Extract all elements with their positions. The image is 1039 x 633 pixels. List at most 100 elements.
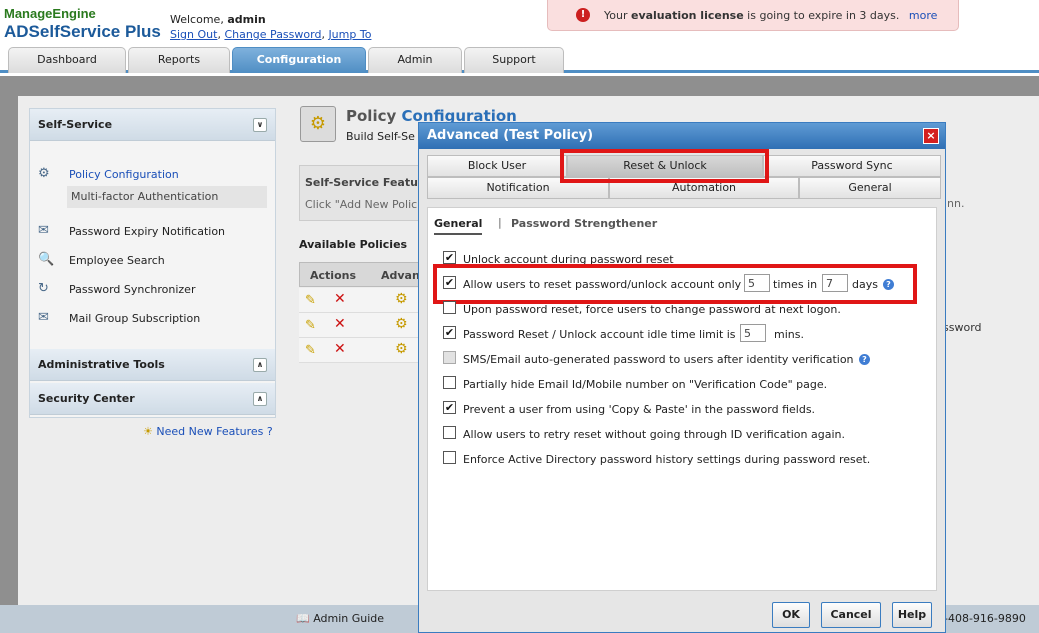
ssf-title: Self-Service Featu xyxy=(305,176,418,189)
tab-general[interactable]: General xyxy=(799,177,941,199)
checkbox[interactable] xyxy=(443,451,456,464)
sidebar-section-admin-tools[interactable]: Administrative Tools ∧ xyxy=(30,349,275,381)
col-actions: Actions xyxy=(310,269,356,282)
tab-reports[interactable]: Reports xyxy=(128,47,230,73)
change-password-link[interactable]: Change Password xyxy=(224,28,321,41)
checkbox[interactable]: ✔ xyxy=(443,276,456,289)
need-features-label: Need New Features ? xyxy=(156,425,273,438)
tab-configuration[interactable]: Configuration xyxy=(232,47,366,73)
sidebar-item-password-sync[interactable]: Password Synchronizer xyxy=(69,283,195,296)
checkbox[interactable]: ✔ xyxy=(443,326,456,339)
checkbox[interactable] xyxy=(443,301,456,314)
tab-support[interactable]: Support xyxy=(464,47,564,73)
exclamation-icon: ! xyxy=(576,8,590,22)
sidebar-item-mail-group[interactable]: Mail Group Subscription xyxy=(69,312,200,325)
main-tab-bar: Dashboard Reports Configuration Admin Su… xyxy=(0,46,1039,73)
gear-icon[interactable]: ⚙ xyxy=(395,341,408,357)
option-label-post: days xyxy=(852,278,878,291)
expand-icon[interactable]: ∧ xyxy=(253,392,267,406)
edit-icon[interactable]: ✎ xyxy=(305,318,316,333)
phone-number: -408-916-9890 xyxy=(944,612,1026,625)
option-label: Allow users to retry reset without going… xyxy=(463,428,845,441)
advanced-dialog: Advanced (Test Policy) × Block User Rese… xyxy=(418,122,946,633)
edit-icon[interactable]: ✎ xyxy=(305,343,316,358)
welcome-user: admin xyxy=(227,13,266,26)
admin-guide-link[interactable]: 📖 Admin Guide xyxy=(296,612,384,625)
brand-logo-manageengine: ManageEngine xyxy=(4,6,96,21)
notice-more-link[interactable]: more xyxy=(909,9,938,22)
option-label-mid: times in xyxy=(773,278,818,291)
option-label-post: mins. xyxy=(774,328,804,341)
page-subtitle: Build Self-Se xyxy=(346,130,415,143)
tab-block-user[interactable]: Block User xyxy=(427,155,567,177)
help-button[interactable]: Help xyxy=(892,602,932,628)
reset-times-input[interactable] xyxy=(744,274,770,292)
tab-dashboard[interactable]: Dashboard xyxy=(8,47,126,73)
gear-icon[interactable]: ⚙ xyxy=(395,316,408,332)
available-policies-heading: Available Policies xyxy=(299,238,408,251)
sidebar-item-mfa[interactable]: Multi-factor Authentication xyxy=(67,186,267,208)
link-separator: , xyxy=(217,28,221,41)
book-icon: 📖 xyxy=(296,612,310,625)
subtab-password-strengthener[interactable]: Password Strengthener xyxy=(511,217,657,230)
edit-icon[interactable]: ✎ xyxy=(305,293,316,308)
tab-notification[interactable]: Notification xyxy=(427,177,609,199)
license-notice: ! Your evaluation license is going to ex… xyxy=(547,0,959,31)
gear-icon[interactable]: ⚙ xyxy=(395,291,408,307)
sidebar-item-policy-configuration[interactable]: Policy Configuration xyxy=(69,168,179,181)
ok-button[interactable]: OK xyxy=(772,602,810,628)
cancel-button[interactable]: Cancel xyxy=(821,602,881,628)
option-label: Upon password reset, force users to chan… xyxy=(463,303,841,316)
sidebar-item-password-expiry[interactable]: Password Expiry Notification xyxy=(69,225,225,238)
close-icon[interactable]: × xyxy=(923,128,939,144)
tab-automation[interactable]: Automation xyxy=(609,177,799,199)
checkbox[interactable]: ✔ xyxy=(443,251,456,264)
subtab-general[interactable]: General xyxy=(434,217,483,235)
collapse-icon[interactable]: ∨ xyxy=(253,118,267,132)
search-icon: 🔍 xyxy=(38,252,55,267)
tab-password-sync[interactable]: Password Sync xyxy=(763,155,941,177)
lightbulb-icon: ☀ xyxy=(143,425,153,438)
jump-to-link[interactable]: Jump To xyxy=(328,28,371,41)
checkbox[interactable]: ✔ xyxy=(443,401,456,414)
delete-icon[interactable]: ✕ xyxy=(334,316,346,332)
delete-icon[interactable]: ✕ xyxy=(334,341,346,357)
dialog-title-text: Advanced (Test Policy) xyxy=(427,128,594,143)
option-reset-limit: ✔ Allow users to reset password/unlock a… xyxy=(443,274,903,294)
col-advanced: Advan xyxy=(381,269,420,282)
tab-admin[interactable]: Admin xyxy=(368,47,462,73)
sidebar-item-employee-search[interactable]: Employee Search xyxy=(69,254,165,267)
envelope-icon: ✉ xyxy=(38,223,49,238)
brand-logo-adselfservice: ADSelfService Plus xyxy=(4,22,161,41)
dialog-title: Advanced (Test Policy) × xyxy=(419,123,945,149)
idle-time-input[interactable] xyxy=(740,324,766,342)
checkbox xyxy=(443,351,456,364)
table-row: ✎ ✕ ⚙ xyxy=(299,313,429,338)
ssf-text: Click "Add New Polic xyxy=(305,198,418,211)
expand-icon[interactable]: ∧ xyxy=(253,358,267,372)
option-label: Password Reset / Unlock account idle tim… xyxy=(463,328,736,341)
table-row: ✎ ✕ ⚙ xyxy=(299,288,429,313)
self-service-features-box xyxy=(299,165,429,221)
checkbox[interactable] xyxy=(443,426,456,439)
sidebar-section-security-center[interactable]: Security Center ∧ xyxy=(30,383,275,415)
help-icon[interactable]: ? xyxy=(859,354,870,365)
reset-days-input[interactable] xyxy=(822,274,848,292)
ssf-right-text: nn. xyxy=(947,197,965,210)
policy-config-icon: ⚙ xyxy=(300,106,336,142)
mail-group-icon: ✉ xyxy=(38,310,49,325)
tab-reset-unlock[interactable]: Reset & Unlock xyxy=(567,155,763,177)
notice-prefix: Your xyxy=(604,9,628,22)
checkbox[interactable] xyxy=(443,376,456,389)
need-new-features-link[interactable]: ☀ Need New Features ? xyxy=(143,425,273,438)
help-icon[interactable]: ? xyxy=(883,279,894,290)
sign-out-link[interactable]: Sign Out xyxy=(170,28,217,41)
sidebar-section-self-service[interactable]: Self-Service ∨ xyxy=(30,109,275,141)
admin-guide-label: Admin Guide xyxy=(313,612,385,625)
delete-icon[interactable]: ✕ xyxy=(334,291,346,307)
welcome-text: Welcome, admin xyxy=(170,13,266,26)
option-label: Partially hide Email Id/Mobile number on… xyxy=(463,378,828,391)
option-label: Allow users to reset password/unlock acc… xyxy=(463,278,742,291)
link-separator: , xyxy=(321,28,325,41)
section-label: Security Center xyxy=(38,392,135,405)
